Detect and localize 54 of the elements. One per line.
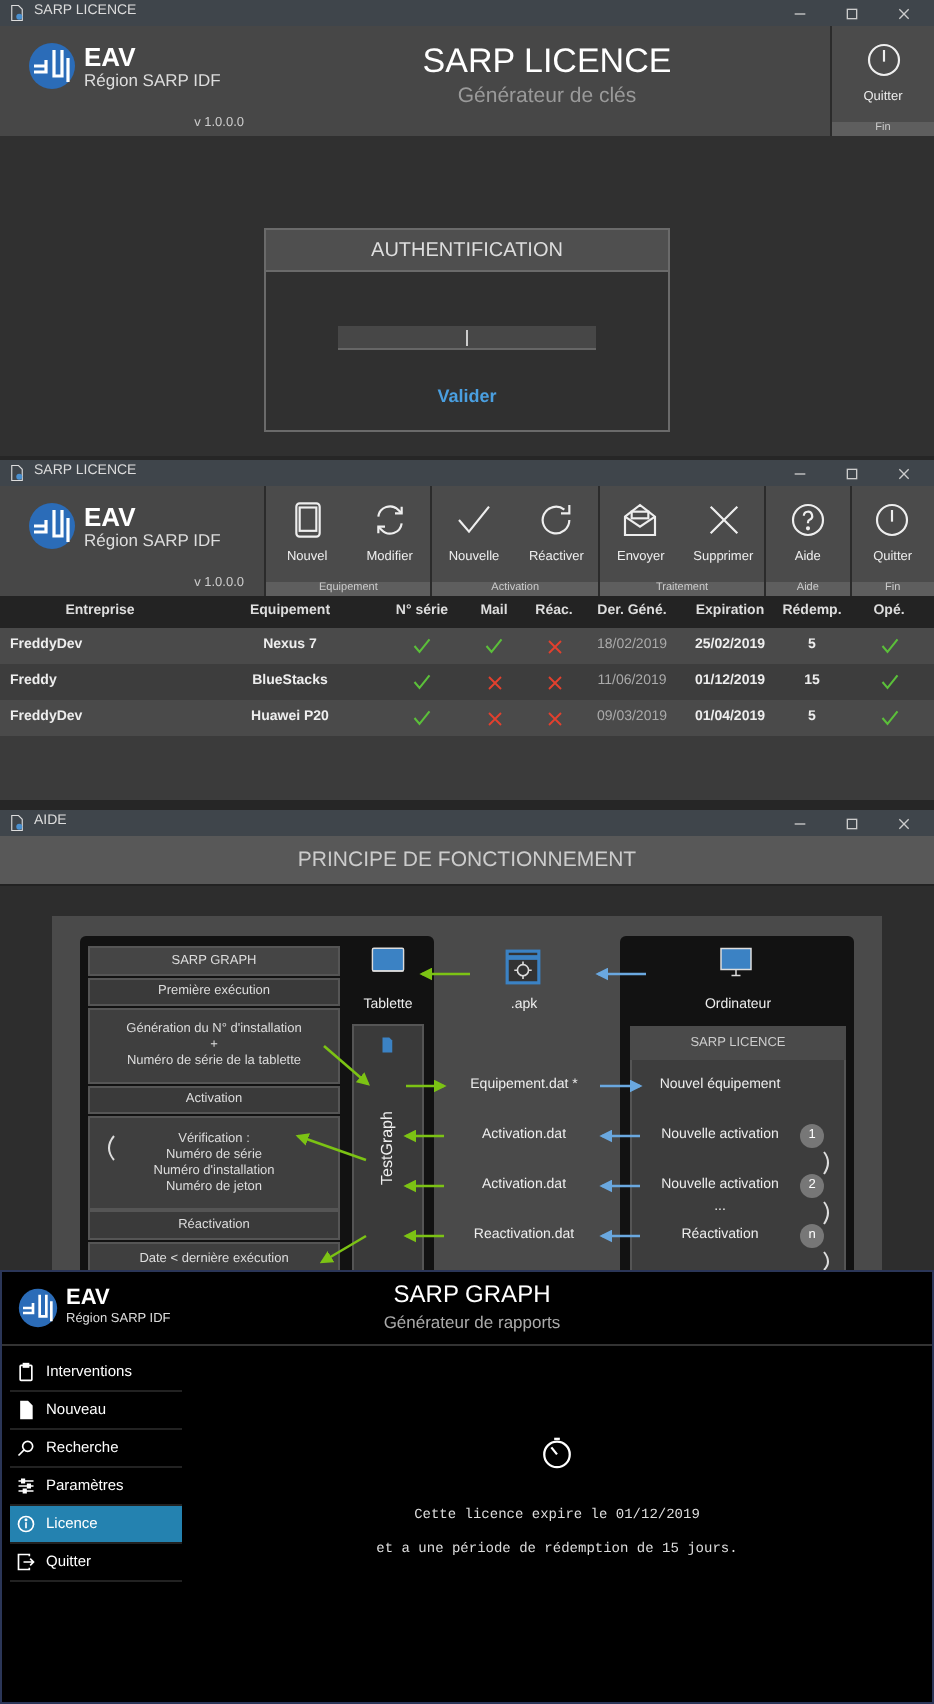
clipboard-icon [16, 1362, 36, 1382]
monitor-icon [714, 944, 758, 980]
arrow [403, 1229, 444, 1243]
password-field[interactable] [338, 326, 596, 350]
arrow [599, 1229, 640, 1243]
document-icon [16, 1400, 36, 1420]
power-icon [872, 500, 913, 541]
tablet-icon [366, 944, 410, 978]
arrow [295, 1133, 367, 1162]
arrow [403, 1129, 444, 1143]
app-title: SARP GRAPH [391, 1280, 553, 1310]
exit-icon [16, 1552, 36, 1572]
arrow [323, 1045, 370, 1086]
arrow [599, 1179, 640, 1193]
document-icon [8, 4, 26, 22]
maximize-icon [844, 5, 860, 21]
region-name: Région SARP IDF [84, 69, 221, 89]
arrow [406, 1079, 447, 1093]
brand-name: EAV [66, 1287, 112, 1309]
arrow [600, 1079, 643, 1093]
close-icon [896, 465, 912, 481]
arrow [419, 967, 470, 981]
search-icon [16, 1438, 36, 1458]
logo-icon [28, 42, 76, 90]
arrow [319, 1234, 367, 1264]
arrow [403, 1179, 444, 1193]
app-subtitle: Générateur de rapports [381, 1310, 563, 1336]
timer-icon [540, 1436, 574, 1470]
panel-title: AUTHENTIFICATION [266, 230, 668, 272]
close-icon [896, 5, 912, 21]
arrow [595, 967, 646, 981]
brand-name: EAV [84, 43, 138, 69]
region-name: Région SARP IDF [84, 529, 221, 549]
maximize-icon [844, 815, 860, 831]
help-icon [787, 500, 828, 541]
memory-card-icon [378, 1034, 396, 1056]
logo-icon [18, 1288, 58, 1328]
brand-name: EAV [84, 503, 138, 529]
power-icon [863, 40, 903, 81]
sliders-icon [16, 1476, 36, 1496]
submit-link[interactable]: Valider [437, 384, 497, 411]
arrow [599, 1129, 640, 1143]
envelope-icon [620, 500, 661, 541]
maximize-icon [844, 465, 860, 481]
document-icon [8, 814, 26, 832]
logo-icon [28, 502, 76, 550]
app-label: TestGraph [376, 1109, 398, 1189]
app-window-icon [502, 948, 544, 986]
close-icon [896, 815, 912, 831]
info-icon [16, 1514, 36, 1534]
app-subtitle: Générateur de clés [455, 82, 639, 112]
app-title: SARP LICENCE [420, 42, 674, 82]
section-heading: PRINCIPE DE FONCTIONNEMENT [0, 836, 934, 886]
document-icon [8, 464, 26, 482]
